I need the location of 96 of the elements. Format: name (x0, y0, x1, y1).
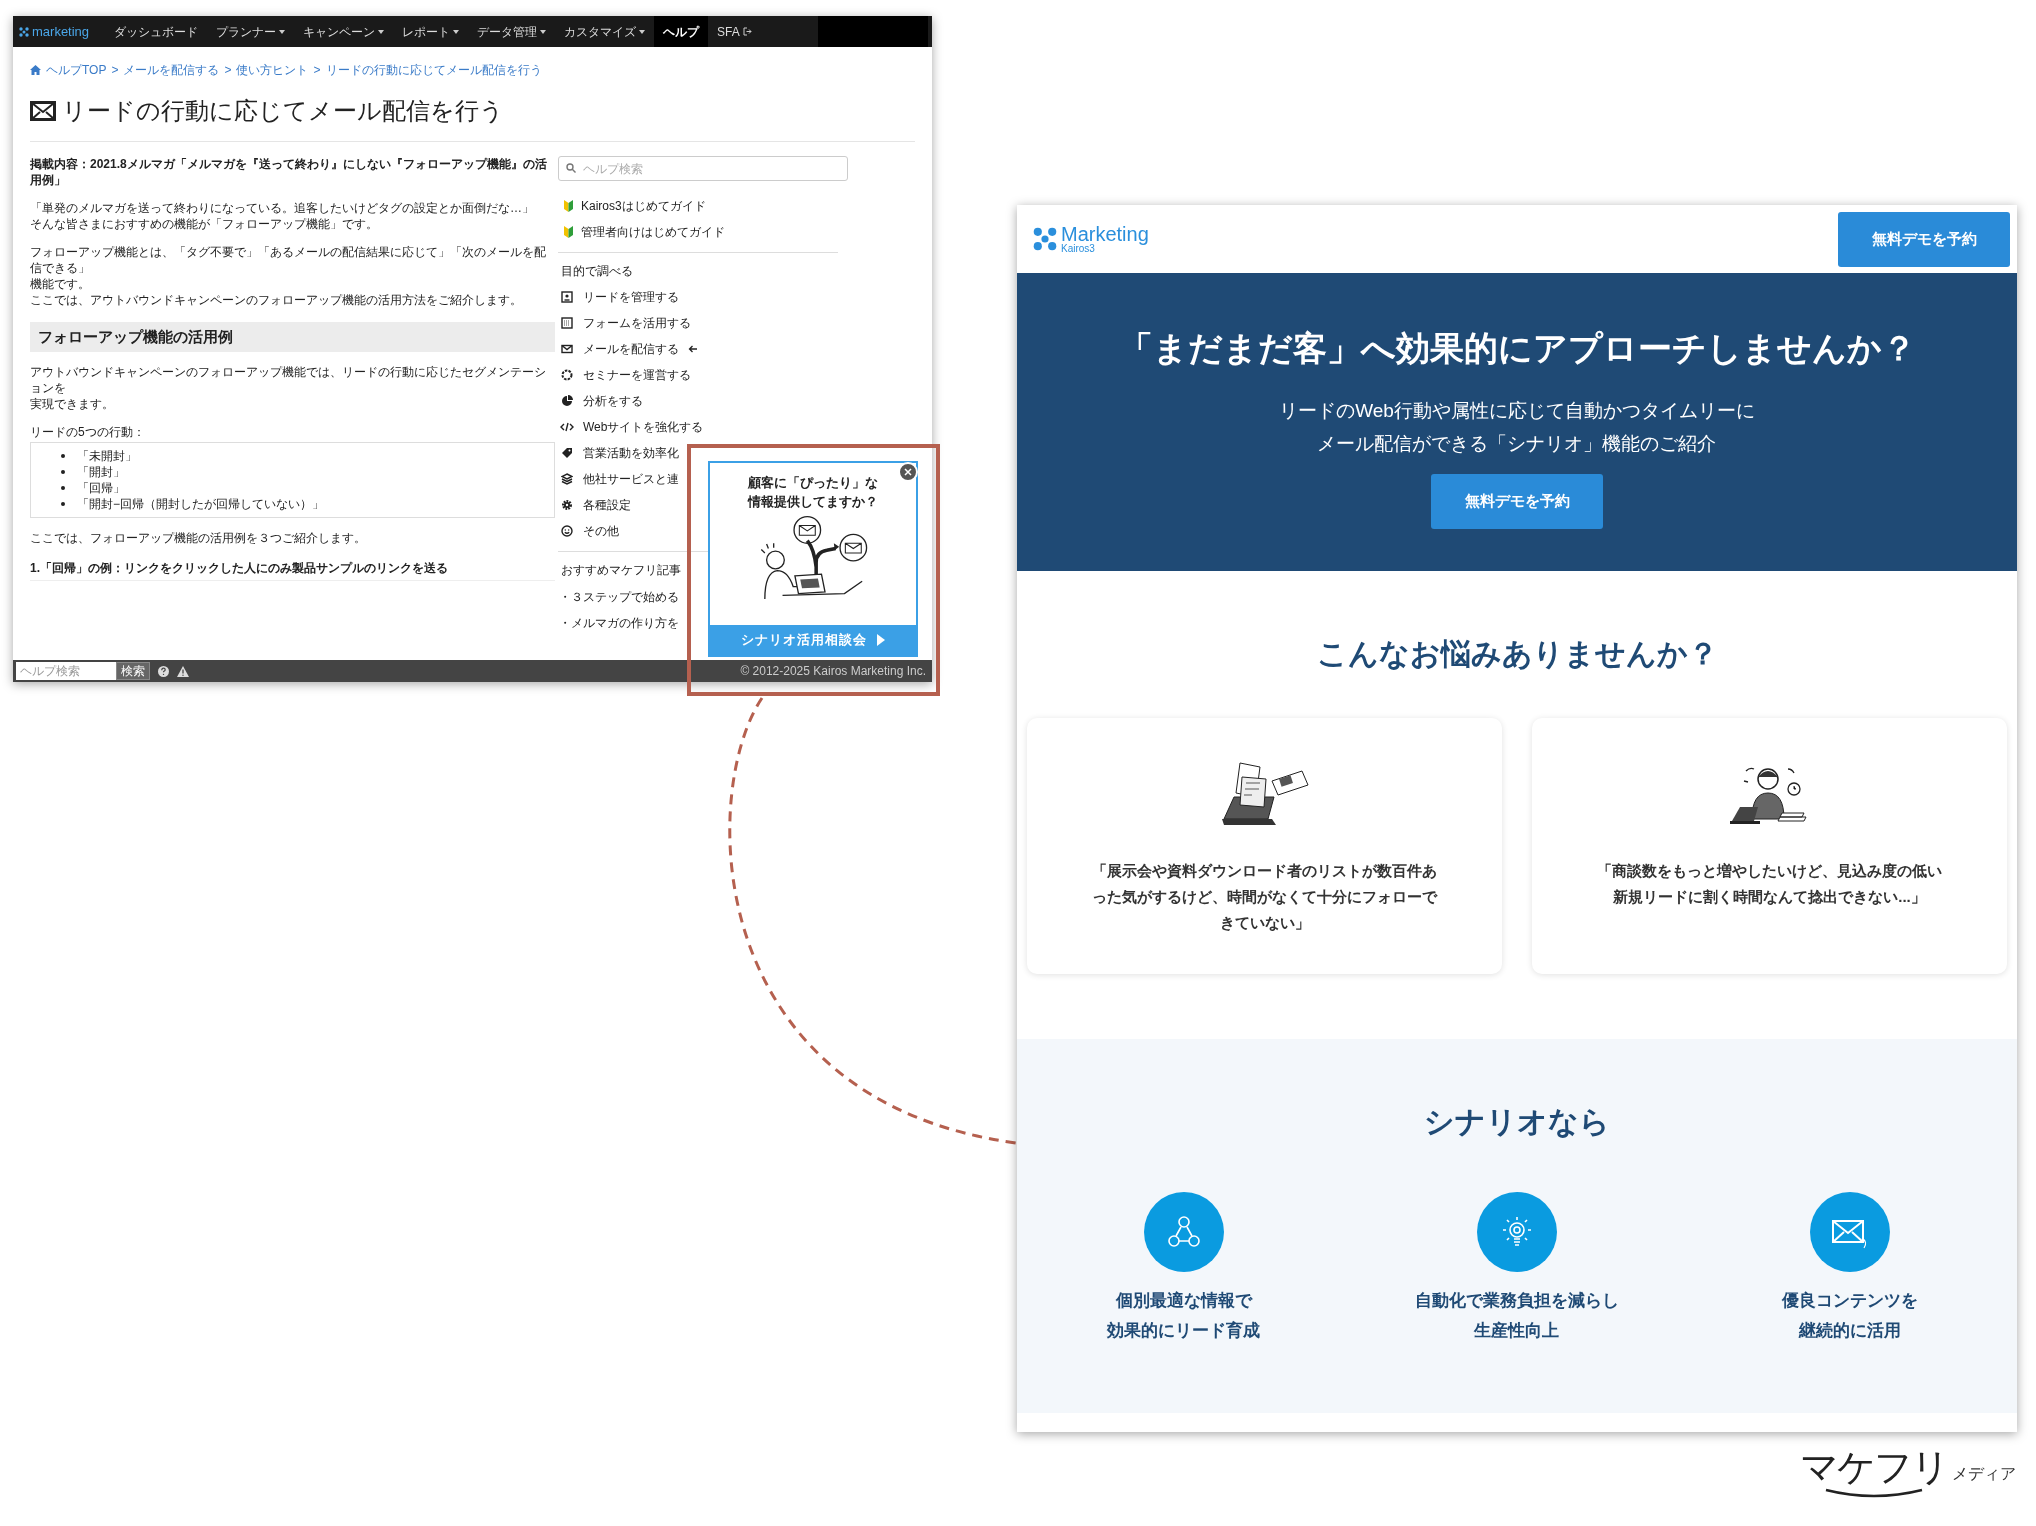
caret-icon (378, 29, 385, 34)
guide-link[interactable]: Kairos3はじめてガイド (581, 197, 706, 215)
breadcrumb-link[interactable]: 使い方ヒント (236, 61, 309, 79)
bullet (61, 502, 65, 506)
code-icon (560, 421, 574, 433)
paragraph: リードの5つの行動： (30, 424, 146, 440)
nav-tab[interactable]: ダッシュボード (105, 16, 208, 47)
nav-tab[interactable]: SFA (708, 16, 761, 47)
pie-chart-icon (561, 395, 573, 407)
caret-icon (639, 29, 646, 34)
sidebar-link[interactable]: 営業活動を効率化 (583, 444, 679, 462)
sidebar-link[interactable]: セミナーを運営する (583, 366, 691, 384)
section-heading: シナリオなら (1424, 1104, 1610, 1140)
media-logo-subtext: メディア (1952, 1464, 2016, 1484)
problem-quote: 「展示会や資料ダウンロード者のリストが数百件あった気がするけど、時間がなくて十分にフォローできていない」 (1091, 861, 1439, 933)
page-title: リードの行動に応じてメール配信を行う (62, 96, 504, 126)
logo-subtext: Kairos3 (1061, 244, 1095, 254)
nav-tab[interactable]: カスタマイズ (555, 16, 655, 47)
sidebar-heading: 目的で調べる (560, 263, 634, 280)
play-icon (877, 634, 885, 646)
nav-tab[interactable]: レポート (393, 16, 469, 47)
logo-mark-icon (19, 26, 29, 37)
paragraph: フォローアップ機能とは、「タグ不要で」「あるメールの配信結果に応じて」「次のメールを配信できる」 機能です。 ここでは、アウトバウンドキャンペーンのフォローアップ機能の活用方法をご紹介します。 (30, 244, 547, 308)
id-card-icon (561, 291, 573, 303)
beginner-mark-icon (564, 200, 573, 212)
guide-link[interactable]: 管理者向けはじめてガイド (581, 223, 725, 241)
sidebar-link[interactable]: メールを配信する (583, 340, 679, 358)
tag-icon (561, 447, 573, 459)
paragraph: ここでは、フォローアップ機能の活用例を３つご紹介します。 (30, 530, 367, 546)
hero-subtitle: リードのWeb行動や属性に応じて自動かつタイムリーに メール配信ができる「シナリオ」機能のご紹介 (1279, 399, 1755, 456)
sidebar-link[interactable]: その他 (583, 522, 619, 540)
breadcrumb-link[interactable]: メールを配信する (123, 61, 220, 79)
search-button[interactable]: 検索 (116, 662, 150, 680)
sidebar-link[interactable]: 分析をする (583, 392, 643, 410)
paragraph: 「単発のメルマガを送って終わりになっている。追客したいけどタグの設定とか面倒だな…」 そんな皆さまにおすすめの機能が「フォローアップ機能」です。 (30, 200, 535, 232)
app-logo[interactable]: marketing (13, 16, 96, 47)
nav-tab[interactable]: プランナー (207, 16, 295, 47)
sidebar-link[interactable]: Webサイトを強化する (583, 418, 704, 436)
list-item: 「未開封」 (77, 448, 137, 464)
nav-tab[interactable]: データ管理 (468, 16, 556, 47)
caret-icon (279, 29, 286, 34)
example-heading: 1.「回帰」の例：リンクをクリックした人にのみ製品サンプルのリンクを送る (30, 560, 555, 581)
help-search-field[interactable]: ヘルプ検索 (558, 156, 848, 181)
popup-title: 顧客に「ぴったり」な 情報提供してますか？ (748, 474, 878, 511)
hero-title: 「まだまだ客」へ効果的にアプローチしませんか？ (1118, 328, 1916, 369)
breadcrumb-link[interactable]: リードの行動に応じてメール配信を行う (325, 61, 542, 79)
envelope-icon (30, 101, 56, 121)
sidebar-link[interactable]: フォームを活用する (583, 314, 691, 332)
close-button[interactable] (898, 462, 918, 482)
demo-button[interactable]: 無料デモを予約 (1431, 474, 1603, 529)
copyright: © 2012-2025 Kairos Marketing Inc. (740, 663, 927, 680)
beginner-mark-icon (564, 226, 573, 238)
logo-text: Marketing (1061, 224, 1149, 244)
warning-icon[interactable] (177, 665, 189, 677)
envelope-icon (561, 343, 573, 355)
breadcrumb-separator: > (313, 62, 321, 79)
breadcrumb-separator: > (111, 62, 119, 79)
bullet (61, 470, 65, 474)
caret-icon (540, 29, 547, 34)
list-item: 「回帰」 (77, 480, 125, 496)
bullet (61, 486, 65, 490)
home-icon (30, 65, 41, 75)
breadcrumb-separator: > (224, 62, 232, 79)
section-heading: こんなお悩みありませんか？ (1316, 636, 1718, 672)
nav-tab[interactable]: キャンペーン (294, 16, 394, 47)
section-heading: フォローアップ機能の活用例 (30, 322, 555, 352)
logo-mark-icon (1033, 227, 1057, 251)
list-item: 「開封−回帰（開封したが回帰していない）」 (77, 496, 324, 512)
breadcrumb-link[interactable]: ヘルプTOP (46, 61, 107, 79)
search-icon (566, 163, 576, 173)
brand-logo[interactable]: Marketing Kairos3 (1033, 224, 1149, 254)
footer-search-field[interactable]: ヘルプ検索 (16, 662, 116, 680)
sidebar-link[interactable]: 各種設定 (583, 496, 631, 514)
form-icon (561, 317, 573, 329)
caret-icon (453, 29, 460, 34)
demo-button[interactable]: 無料デモを予約 (1838, 211, 2010, 267)
sidebar-link[interactable]: リードを管理する (583, 288, 679, 306)
ring-icon (561, 369, 573, 381)
bullet (61, 454, 65, 458)
feature-text: 個別最適な情報で 効果的にリード育成 (1107, 1290, 1261, 1342)
help-icon[interactable] (158, 665, 169, 677)
feature-text: 優良コンテンツを 継続的に活用 (1782, 1290, 1919, 1342)
paragraph: アウトバウンドキャンペーンのフォローアップ機能では、リードの行動に応じたセグメンテーションを 実現できます。 (30, 364, 547, 412)
sidebar-link[interactable]: 他社サービスと連 (583, 470, 679, 488)
close-icon (904, 468, 912, 476)
nav-tab[interactable]: ヘルプ (654, 16, 709, 47)
exit-icon (742, 27, 752, 36)
article-source: 掲載内容：2021.8メルマガ「メルマガを『送って終わり』にしない『フォローアップ機能』の活用例」 (30, 156, 548, 188)
media-logo: マケフリ (1800, 1446, 1948, 1488)
problem-quote: 「商談数をもっと増やしたいけど、見込み度の低い新規リードに割く時間なんて捻出できない...」 (1596, 861, 1943, 907)
gear-icon (561, 499, 573, 511)
feature-text: 自動化で業務負担を減らし 生産性向上 (1415, 1290, 1619, 1342)
sidebar-heading: おすすめマケフリ記事 (560, 562, 682, 579)
layers-icon (561, 473, 573, 485)
list-item: 「開封」 (77, 464, 125, 480)
smiley-icon (561, 525, 573, 537)
